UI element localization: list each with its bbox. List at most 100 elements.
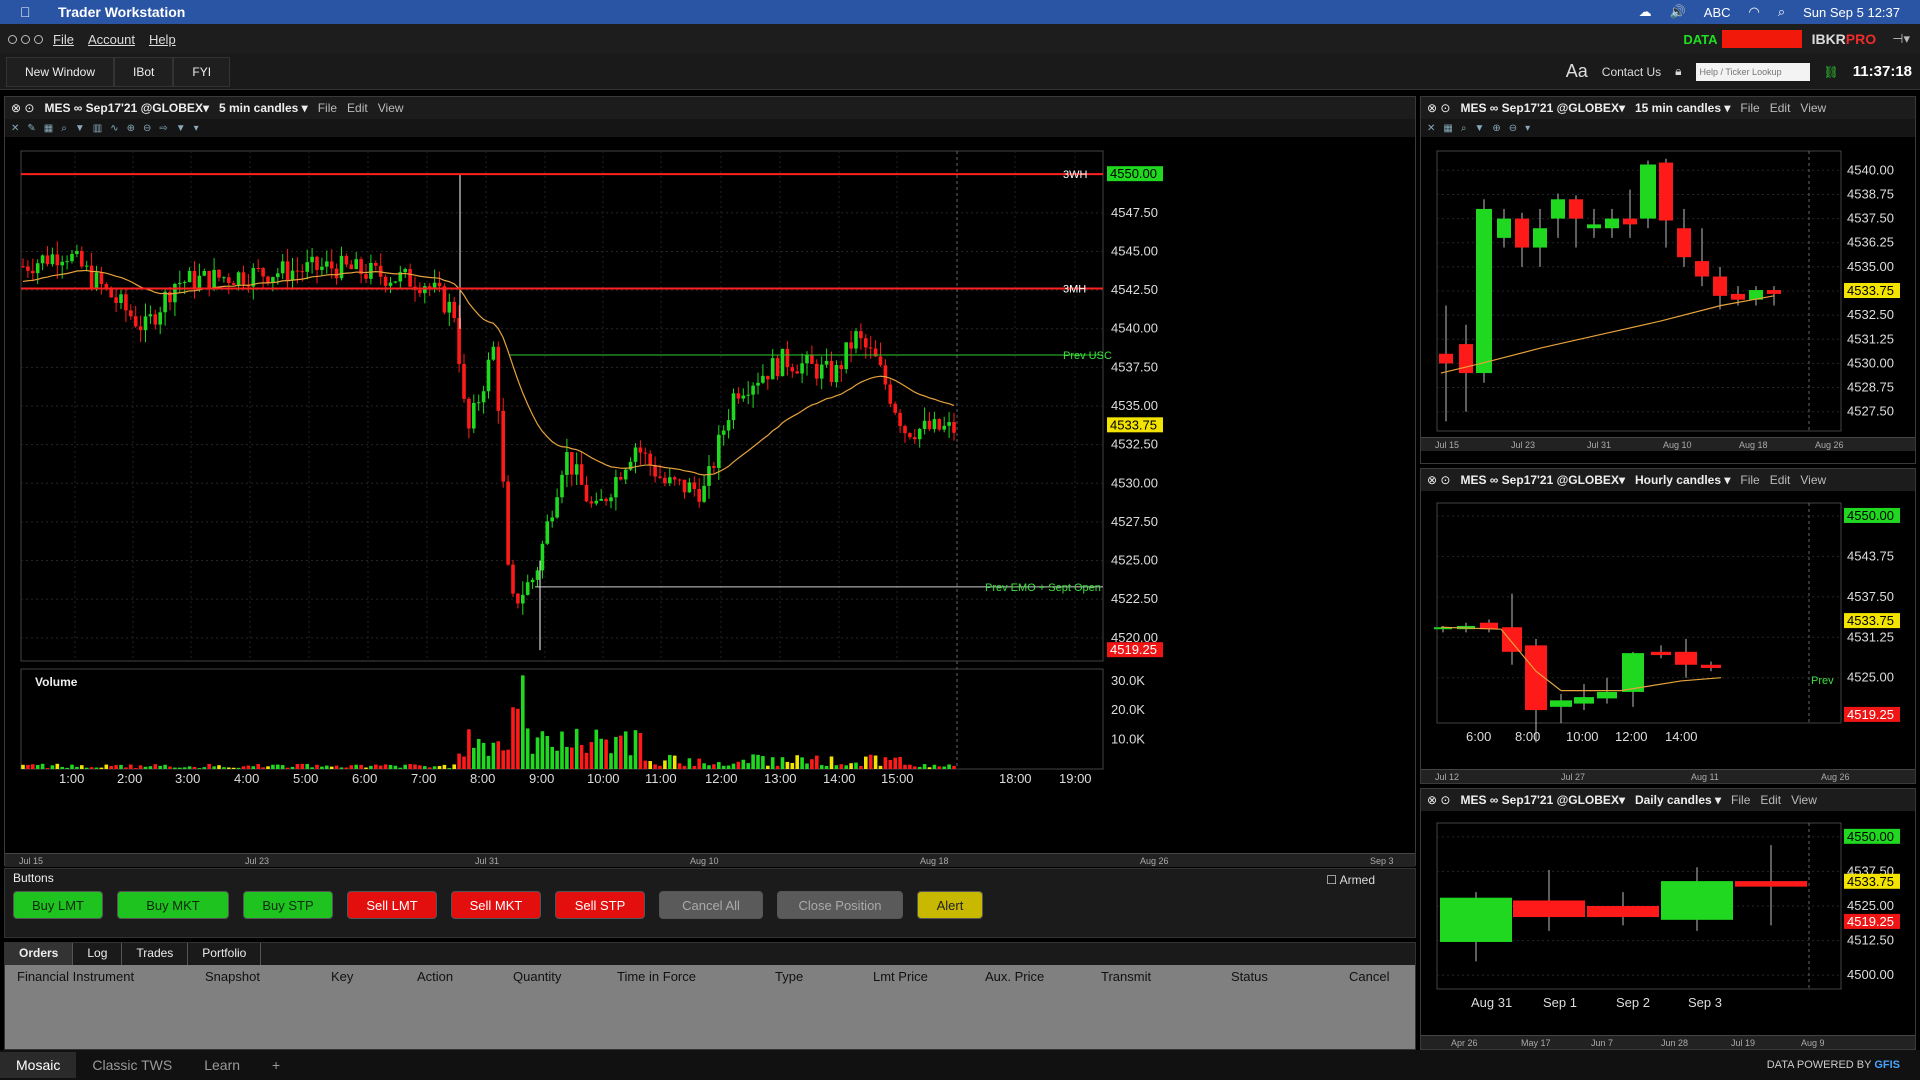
search-icon[interactable]: ⌕ [1778,4,1785,20]
tab-learn[interactable]: Learn [188,1057,256,1073]
panel-controls-icon[interactable]: ⊗ ⊙ [11,101,34,115]
menu-view[interactable]: View [1791,793,1817,807]
crosshair-icon[interactable]: ✕ [11,123,19,134]
share-icon[interactable]: ⇨ [159,123,167,134]
menu-file[interactable]: File [1740,101,1759,115]
grid-icon[interactable]: ▦ [44,123,53,134]
menu-view[interactable]: View [378,101,404,115]
filter-icon[interactable]: ▼ [1474,123,1484,134]
zoom-icon[interactable]: ⌕ [1461,123,1467,134]
zoom-out-icon[interactable]: ⊖ [1509,123,1517,134]
menu-edit[interactable]: Edit [1760,793,1781,807]
alert-button[interactable]: Alert [917,891,983,919]
time-scrollbar[interactable]: Jul 15 Jul 23 Jul 31 Aug 10 Aug 18 Aug 26 [1421,437,1915,451]
column-header[interactable]: Quantity [513,969,561,984]
zoom-in-icon[interactable]: ⊕ [127,123,135,134]
time-scrollbar[interactable]: Apr 26 May 17 Jun 7 Jun 28 Jul 19 Aug 9 [1421,1035,1915,1049]
panel-controls-icon[interactable]: ⊗ ⊙ [1427,101,1450,115]
filter-icon[interactable]: ▼ [176,123,186,134]
lock-icon[interactable]: 🔒︎ [1675,64,1681,79]
interval-selector[interactable]: 15 min candles ▾ [1635,101,1730,115]
column-header[interactable]: Lmt Price [873,969,928,984]
column-header[interactable]: Cancel [1349,969,1389,984]
column-header[interactable]: Time in Force [617,969,696,984]
cloud-icon[interactable]: ☁ [1639,4,1652,20]
chart-daily-canvas[interactable]: 4550.004537.504525.004512.504500.00Aug 3… [1421,813,1915,1035]
sell-stp-button[interactable]: Sell STP [555,891,645,919]
buy-lmt-button[interactable]: Buy LMT [13,891,103,919]
chart-hourly-canvas[interactable]: 4550.00 4543.75 4537.50 4531.25 4525.00 6:00 8… [1421,493,1915,769]
tab-orders[interactable]: Orders [5,943,74,965]
menu-edit[interactable]: Edit [1770,101,1791,115]
volume-icon[interactable]: 🔊 [1670,4,1686,20]
ticker-lookup-input[interactable] [1695,62,1810,81]
new-window-button[interactable]: New Window [6,56,115,87]
contact-us-link[interactable]: Contact Us [1602,65,1661,79]
tab-log[interactable]: Log [73,943,123,965]
grid-icon[interactable]: ▦ [1443,123,1452,134]
window-controls[interactable] [8,34,43,44]
pin-icon[interactable]: ⊣▾ [1892,31,1910,47]
column-header[interactable]: Action [417,969,453,984]
fyi-button[interactable]: FYI [173,56,231,87]
interval-selector[interactable]: Hourly candles ▾ [1635,473,1730,487]
menu-file[interactable]: File [1731,793,1750,807]
contract-selector[interactable]: MES ∞ Sep17'21 @GLOBEX▾ [1460,473,1625,487]
zoom-in-icon[interactable]: ⊕ [1492,123,1500,134]
column-header[interactable]: Type [775,969,803,984]
zoom-icon[interactable]: ⌕ [61,123,67,134]
app-title[interactable]: Trader Workstation [58,4,185,20]
chart-type-icon[interactable]: ▥ [93,123,102,134]
contract-selector[interactable]: MES ∞ Sep17'21 @GLOBEX▾ [44,101,209,115]
panel-controls-icon[interactable]: ⊗ ⊙ [1427,473,1450,487]
wifi-icon[interactable]: ◠ [1749,4,1760,20]
menu-help[interactable]: Help [149,32,176,47]
data-status-indicator[interactable] [1721,30,1802,48]
close-position-button[interactable]: Close Position [777,891,903,919]
keyboard-input[interactable]: ABC [1704,5,1731,20]
menu-view[interactable]: View [1800,473,1826,487]
menu-view[interactable]: View [1800,101,1826,115]
column-header[interactable]: Transmit [1101,969,1151,984]
tab-trades[interactable]: Trades [122,943,189,965]
add-tab-button[interactable]: + [256,1057,296,1073]
panel-controls-icon[interactable]: ⊗ ⊙ [1427,793,1450,807]
time-scrollbar[interactable]: Jul 15 Jul 23 Jul 31 Aug 10 Aug 18 Aug 26 Sep … [5,853,1415,867]
sell-lmt-button[interactable]: Sell LMT [347,891,437,919]
crosshair-icon[interactable]: ✕ [1427,123,1435,134]
armed-toggle[interactable]: ☐ Armed [1326,873,1375,887]
column-header[interactable]: Financial Instrument [17,969,134,984]
tab-classic-tws[interactable]: Classic TWS [76,1057,188,1073]
column-header[interactable]: Status [1231,969,1268,984]
link-icon[interactable]: ⛓ [1824,65,1839,79]
study-icon[interactable]: ∿ [110,123,118,134]
buy-mkt-button[interactable]: Buy MKT [117,891,229,919]
menu-file[interactable]: File [53,32,74,47]
zoom-out-icon[interactable]: ⊖ [143,123,151,134]
mac-datetime[interactable]: Sun Sep 5 12:37 [1803,5,1900,20]
draw-icon[interactable]: ✎ [27,123,35,134]
menu-account[interactable]: Account [88,32,135,47]
apple-icon[interactable]:  [20,4,42,20]
cancel-all-button[interactable]: Cancel All [659,891,763,919]
chevron-down-icon[interactable]: ▾ [194,123,199,134]
interval-selector[interactable]: Daily candles ▾ [1635,793,1721,807]
interval-selector[interactable]: 5 min candles ▾ [219,101,308,115]
buy-stp-button[interactable]: Buy STP [243,891,333,919]
menu-edit[interactable]: Edit [347,101,368,115]
tab-portfolio[interactable]: Portfolio [188,943,262,965]
tab-mosaic[interactable]: Mosaic [0,1052,77,1078]
column-header[interactable]: Aux. Price [985,969,1044,984]
menu-file[interactable]: File [318,101,337,115]
column-header[interactable]: Snapshot [205,969,260,984]
sell-mkt-button[interactable]: Sell MKT [451,891,541,919]
chart-15min-canvas[interactable]: 4540.00 4538.75 4537.50 4536.25 4535.00 4533.… [1421,141,1915,451]
menu-file[interactable]: File [1740,473,1759,487]
contract-selector[interactable]: MES ∞ Sep17'21 @GLOBEX▾ [1460,793,1625,807]
font-size-button[interactable]: Aa [1566,61,1588,82]
time-scrollbar[interactable]: Jul 12 Jul 27 Aug 11 Aug 26 [1421,769,1915,783]
chevron-down-icon[interactable]: ▾ [1525,123,1530,134]
column-header[interactable]: Key [331,969,353,984]
menu-edit[interactable]: Edit [1770,473,1791,487]
ibot-button[interactable]: IBot [114,56,174,87]
